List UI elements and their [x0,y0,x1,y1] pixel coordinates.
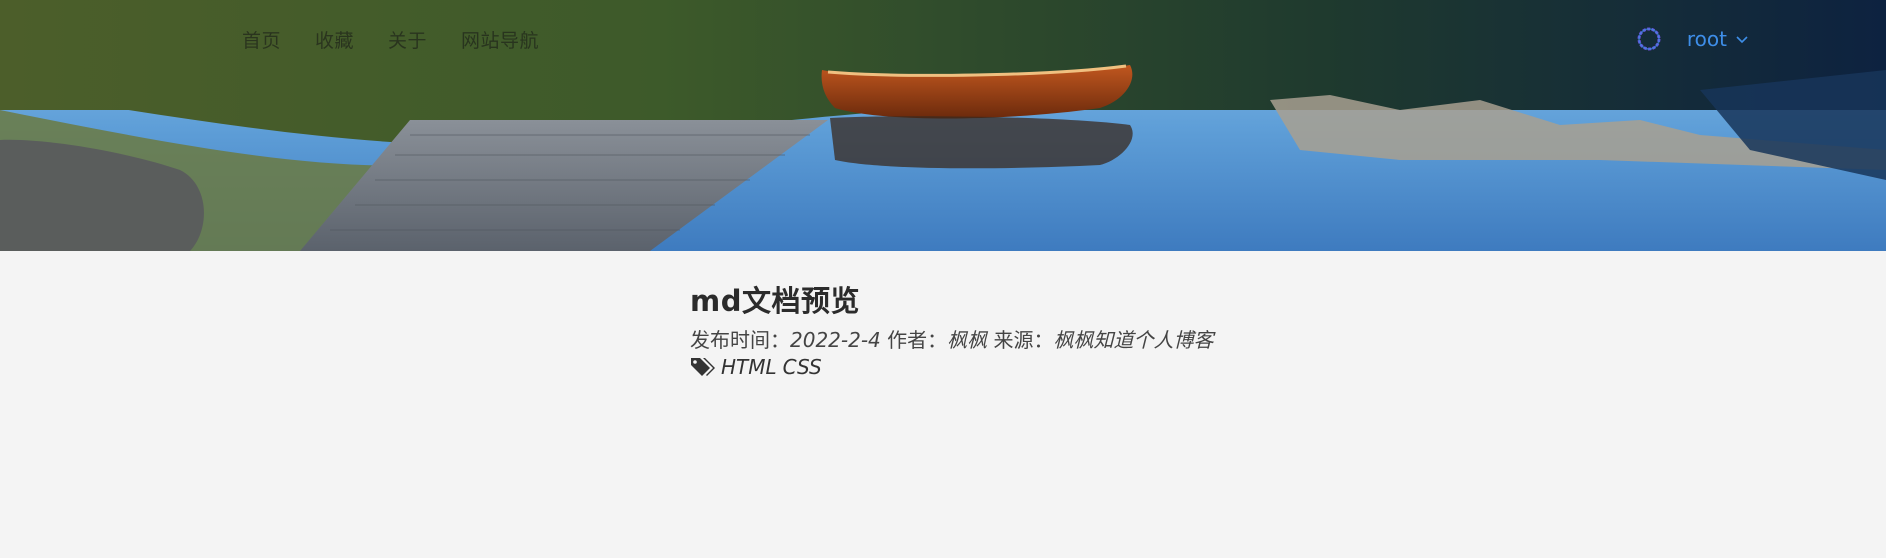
nav-item-home[interactable]: 首页 [225,26,298,53]
user-name: root [1686,27,1727,51]
ring-icon [1637,27,1661,51]
source-name: 枫枫知道个人博客 [1053,328,1214,352]
publish-date: 2022-2-4 [790,328,881,352]
page-title: md文档预览 [690,284,860,318]
article-meta: 发布时间：2022-2-4 作者：枫枫 来源：枫枫知道个人博客 [690,324,1390,353]
source-label: 来源： [993,328,1054,352]
chevron-down-icon [1736,36,1748,44]
publish-label: 发布时间： [690,328,790,352]
tag-html[interactable]: HTML [721,355,777,379]
nav-item-site-nav[interactable]: 网站导航 [444,26,556,53]
tags-icon [691,358,715,376]
article-header: md文档预览 发布时间：2022-2-4 作者：枫枫 来源：枫枫知道个人博客 H… [690,278,1390,379]
tag-css[interactable]: CSS [783,355,822,379]
nav-item-favorites[interactable]: 收藏 [298,26,371,53]
tag-list: HTML CSS [690,355,1390,379]
author-label: 作者： [887,328,948,352]
top-nav: 首页 收藏 关于 网站导航 [225,26,556,53]
nav-item-about[interactable]: 关于 [371,26,444,53]
author-name: 枫枫 [947,328,988,352]
user-menu[interactable]: root [1636,26,1749,52]
